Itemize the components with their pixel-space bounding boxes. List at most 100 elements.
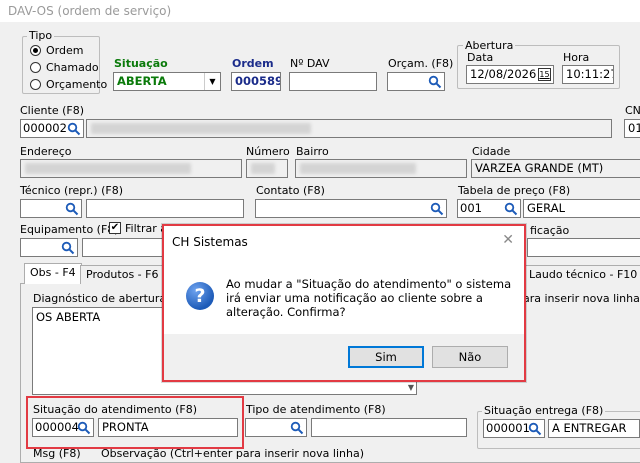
hora-label: Hora	[563, 51, 590, 64]
data-input[interactable]: 12/08/2026 15	[466, 65, 554, 84]
tipo-legend: Tipo	[27, 29, 55, 42]
filtrar-label: Filtrar a	[125, 222, 167, 235]
search-icon[interactable]	[67, 122, 81, 136]
ndav-label: Nº DAV	[290, 57, 330, 70]
numero-label: Número	[246, 145, 290, 158]
tipo-atendimento-name-field	[311, 418, 467, 437]
redacted-bairro	[300, 163, 416, 174]
equipamento-label: Equipamento (F8)	[20, 223, 119, 236]
situacao-atendimento-code: 000004	[35, 420, 79, 434]
tabela-preco-code-input[interactable]: 001	[457, 199, 521, 218]
radio-ordem[interactable]: Ordem	[30, 44, 83, 57]
radio-dot-icon	[30, 45, 41, 56]
bairro-label: Bairro	[296, 145, 329, 158]
tabela-preco-code: 001	[460, 201, 482, 215]
scroll-down-icon[interactable]: ▼	[408, 383, 414, 392]
tipo-atendimento-code-input[interactable]	[245, 418, 307, 437]
tecnico-code-input[interactable]	[20, 199, 82, 218]
cidade-label: Cidade	[472, 145, 511, 158]
msg-label: Msg (F8)	[33, 447, 81, 460]
redacted-number	[251, 163, 275, 174]
situacao-entrega-label: Situação entrega (F8)	[482, 404, 606, 417]
equipamento-name-field	[82, 238, 164, 257]
dialog-title: CH Sistemas	[172, 235, 248, 249]
situacao-atendimento-name-field: PRONTA	[98, 418, 238, 437]
radio-chamado[interactable]: Chamado	[30, 61, 99, 74]
situacao-entrega-value: A ENTREGAR	[552, 421, 627, 435]
situacao-entrega-code: 000001	[486, 421, 530, 435]
search-icon[interactable]	[428, 75, 442, 89]
numero-field	[246, 159, 288, 178]
search-icon[interactable]	[290, 421, 304, 435]
ordem-field: 000589	[231, 72, 281, 91]
chevron-down-icon: ▼	[204, 73, 220, 90]
filtrar-checkbox[interactable]: ✔	[109, 222, 121, 234]
tipo-atendimento-label: Tipo de atendimento (F8)	[246, 403, 386, 416]
cn-value: 01	[628, 121, 640, 135]
diagnostico-text: OS ABERTA	[36, 310, 101, 324]
ndav-input[interactable]	[289, 72, 377, 91]
radio-chamado-label: Chamado	[46, 61, 99, 74]
data-label: Data	[467, 51, 494, 64]
tab-laudo-tecnico[interactable]: Laudo técnico - F10	[523, 265, 640, 284]
hora-value: 10:11:27	[566, 67, 614, 81]
hora-input[interactable]: 10:11:27	[562, 65, 614, 84]
situacao-atendimento-value: PRONTA	[102, 420, 149, 434]
calendar-icon[interactable]: 15	[538, 68, 551, 81]
orcam-input[interactable]	[387, 72, 445, 91]
ordem-label: Ordem	[232, 57, 274, 70]
radio-dot-icon	[30, 62, 41, 73]
window-title: DAV-OS (ordem de serviço)	[8, 4, 172, 18]
verificacao-field	[527, 238, 640, 257]
tabela-preco-name-field: GERAL	[523, 199, 640, 218]
cliente-name-field	[86, 119, 612, 138]
tab-produtos[interactable]: Produtos - F6	[80, 265, 165, 284]
dialog-message: Ao mudar a "Situação do atendimento" o s…	[226, 277, 512, 319]
situacao-atendimento-label: Situação do atendimento (F8)	[33, 403, 198, 416]
contato-label: Contato (F8)	[256, 184, 325, 197]
bairro-field	[295, 159, 467, 178]
radio-orcamento-label: Orçamento	[46, 78, 108, 91]
equipamento-code-input[interactable]	[20, 238, 78, 257]
search-icon[interactable]	[528, 422, 542, 436]
contato-input[interactable]	[255, 199, 447, 218]
tecnico-name-field	[86, 199, 244, 218]
search-icon[interactable]	[77, 421, 91, 435]
search-icon[interactable]	[430, 202, 444, 216]
cliente-code-input[interactable]: 000002	[20, 119, 84, 138]
ordem-value: 000589	[235, 74, 281, 88]
tab-obs[interactable]: Obs - F4	[24, 263, 82, 284]
search-icon[interactable]	[61, 241, 75, 255]
redacted-name	[91, 123, 311, 134]
radio-ordem-label: Ordem	[46, 44, 84, 57]
tabela-preco-label: Tabela de preço (F8)	[458, 184, 571, 197]
cn-label: CN	[625, 104, 640, 117]
situacao-label: Situação	[114, 57, 168, 70]
cliente-label: Cliente (F8)	[20, 104, 85, 117]
situacao-select[interactable]: ABERTA ▼	[113, 72, 221, 91]
cidade-value: VARZEA GRANDE (MT)	[475, 161, 604, 175]
radio-orcamento[interactable]: Orçamento	[30, 78, 107, 91]
cliente-code: 000002	[23, 121, 67, 135]
search-icon[interactable]	[504, 202, 518, 216]
cn-field: 01	[624, 119, 640, 138]
verificacao-label: ficação	[530, 224, 570, 237]
diagnostico-hint: r para inserir nova linha)	[508, 292, 640, 305]
tabela-preco-value: GERAL	[527, 201, 565, 215]
yes-button[interactable]: Sim	[348, 346, 424, 368]
endereco-field	[20, 159, 242, 178]
situacao-entrega-code-input[interactable]: 000001	[483, 419, 545, 438]
dialog-footer: Sim Não	[164, 334, 524, 380]
situacao-value: ABERTA	[117, 74, 167, 88]
close-icon[interactable]: ✕	[502, 232, 514, 248]
redacted-address	[25, 163, 191, 174]
situacao-atendimento-code-input[interactable]: 000004	[32, 418, 94, 437]
cidade-field: VARZEA GRANDE (MT)	[471, 159, 640, 178]
question-icon: ?	[186, 282, 214, 310]
tecnico-label: Técnico (repr.) (F8)	[20, 184, 123, 197]
search-icon[interactable]	[65, 202, 79, 216]
no-button[interactable]: Não	[432, 346, 508, 368]
situacao-entrega-name-field: A ENTREGAR	[548, 419, 640, 438]
orcam-label: Orçam. (F8)	[388, 57, 454, 70]
window-titlebar: DAV-OS (ordem de serviço)	[0, 0, 640, 22]
